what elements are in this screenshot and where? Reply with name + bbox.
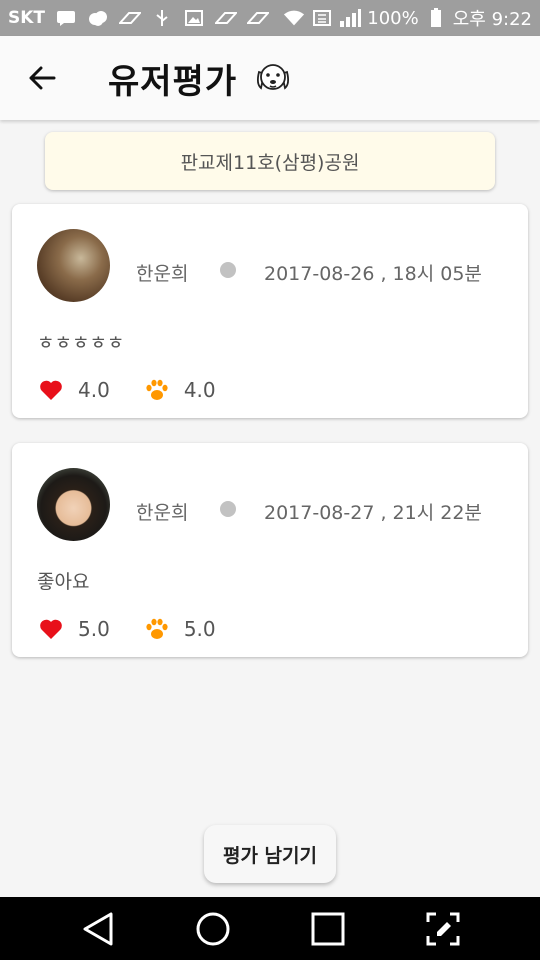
page-title: 유저평가 [108,61,238,102]
notification-icon-2 [215,9,238,27]
review-datetime: 2017-08-26 , 18시 05분 [264,263,482,285]
heart-score: 4.0 [78,378,110,402]
screen-capture-icon [426,912,459,945]
clock: 오후 9:22 [452,9,532,30]
nav-recents-button[interactable] [300,901,356,957]
signal-icon [339,9,362,27]
circle-home-icon [196,912,229,945]
paw-icon [144,378,170,402]
wifi-icon [283,9,305,27]
write-review-button[interactable]: 평가 남기기 [204,825,336,883]
triangle-back-icon [83,912,112,945]
review-card: 한운희 2017-08-27 , 21시 22분 좋아요 5.0 5.0 [12,443,528,657]
avatar [37,468,110,541]
nav-home-button[interactable] [185,901,241,957]
usb-icon [151,9,173,27]
battery-percent: 100% [367,7,419,29]
notification-icon-3 [247,9,270,27]
dog-face-icon [257,64,290,90]
carrier-label: SKT [8,8,46,28]
square-recents-icon [311,912,344,945]
arrow-left-icon [29,66,56,90]
system-nav-bar [0,897,540,960]
review-comment: ㅎㅎㅎㅎㅎ [37,332,125,354]
app-bar: 유저평가 [0,36,540,120]
heart-icon [38,617,64,641]
image-icon [183,9,205,27]
avatar [37,229,110,302]
back-button[interactable] [14,50,70,106]
heart-icon [38,378,64,402]
cloud-icon [87,9,109,27]
notification-icon [119,9,142,27]
battery-icon [425,8,447,27]
review-ratings: 5.0 5.0 [38,617,216,641]
review-ratings: 4.0 4.0 [38,378,216,402]
lte-icon [311,9,333,27]
park-name-banner: 판교제11호(삼평)공원 [45,132,495,190]
paw-score: 5.0 [183,617,216,641]
review-card: 한운희 2017-08-26 , 18시 05분 ㅎㅎㅎㅎㅎ 4.0 4.0 [12,204,528,418]
status-bar: SKT 100% 오후 9:22 [0,0,540,36]
review-username: 한운희 [136,502,189,524]
heart-score: 5.0 [78,617,110,641]
review-comment: 좋아요 [37,571,90,593]
separator-dot [220,501,236,517]
paw-icon [144,617,170,641]
nav-capture-button[interactable] [415,901,471,957]
nav-back-button[interactable] [70,901,126,957]
message-icon [55,9,77,27]
separator-dot [220,262,236,278]
paw-score: 4.0 [183,378,216,402]
review-username: 한운희 [136,263,189,285]
review-datetime: 2017-08-27 , 21시 22분 [264,502,482,524]
